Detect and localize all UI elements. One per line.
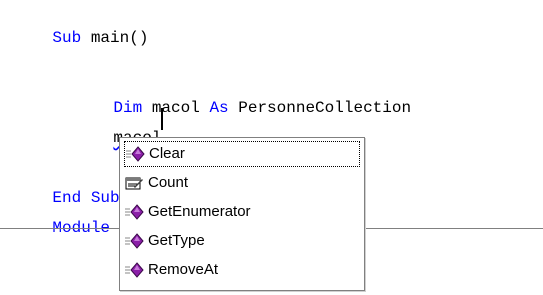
intellisense-item-label: Count	[148, 174, 189, 191]
intellisense-item-label: RemoveAt	[148, 261, 219, 278]
intellisense-item-label: Clear	[149, 145, 185, 162]
method-icon	[125, 233, 144, 249]
text-cursor	[161, 108, 163, 130]
method-icon	[125, 262, 144, 278]
intellisense-item-count[interactable]: Count	[124, 170, 360, 196]
keyword-as: As	[209, 99, 229, 117]
intellisense-item-removeat[interactable]: RemoveAt	[124, 257, 360, 283]
method-icon	[125, 204, 144, 220]
code-line-sub-main: Sub main()	[14, 8, 148, 68]
property-icon	[125, 177, 143, 190]
intellisense-item-getenumerator[interactable]: GetEnumerator	[124, 199, 360, 225]
keyword-sub: Sub	[52, 29, 82, 47]
intellisense-item-label: GetType	[148, 232, 205, 249]
intellisense-item-clear[interactable]: Clear	[124, 141, 360, 167]
sub-name: main()	[81, 29, 149, 47]
intellisense-item-label: GetEnumerator	[148, 203, 251, 220]
intellisense-popup[interactable]: Clear Count GetEnumerator GetType Remove…	[119, 137, 365, 291]
method-icon	[126, 146, 145, 162]
intellisense-item-gettype[interactable]: GetType	[124, 228, 360, 254]
type-name: PersonneCollection	[228, 99, 412, 117]
